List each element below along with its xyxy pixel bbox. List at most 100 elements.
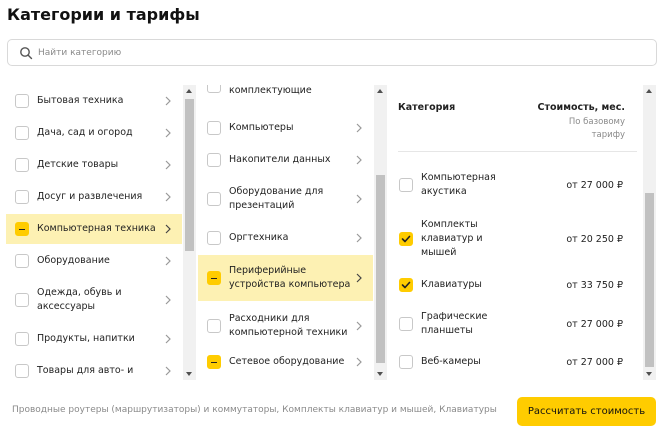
scrollbar[interactable] [643, 85, 656, 380]
row-price: от 27 000 ₽ [566, 318, 623, 330]
row-price: от 27 000 ₽ [566, 356, 623, 368]
list-item-label: Бытовая техника [37, 95, 124, 106]
scrollbar-thumb[interactable] [645, 193, 654, 367]
list-item-label: комплектующие [229, 85, 312, 96]
table-row[interactable]: Веб-камеры от 27 000 ₽ [390, 348, 643, 376]
checkbox[interactable] [207, 153, 221, 167]
checkbox[interactable] [15, 190, 29, 204]
chevron-right-icon [356, 321, 362, 331]
checkbox[interactable] [399, 178, 413, 192]
chevron-right-icon [165, 160, 171, 170]
list-item[interactable]: Расходники для компьютерной техники [198, 305, 373, 347]
checkbox-checked[interactable] [399, 232, 413, 246]
list-item[interactable]: Оборудование для презентаций [198, 179, 373, 219]
list-item-label: Продукты, напитки [37, 333, 135, 344]
checkbox[interactable] [15, 293, 29, 307]
chevron-right-icon [356, 194, 362, 204]
list-item[interactable]: Оргтехника [198, 224, 373, 252]
table-row[interactable]: Компьютерная акустика от 27 000 ₽ [390, 165, 643, 205]
list-item-label: Сетевое оборудование [229, 356, 345, 367]
search-icon [20, 47, 33, 60]
row-price: от 33 750 ₽ [566, 279, 623, 291]
checkbox[interactable] [15, 158, 29, 172]
table-row[interactable]: Комплекты клавиатур и мышей от 20 250 ₽ [390, 213, 643, 265]
search-field[interactable] [7, 39, 657, 66]
checkbox[interactable] [15, 364, 29, 378]
row-label: Веб-камеры [421, 356, 481, 367]
scroll-down-icon[interactable] [377, 372, 383, 376]
list-item-label: Оборудование для презентаций [229, 186, 324, 211]
chevron-right-icon [165, 96, 171, 106]
list-item[interactable]: Продукты, напитки [6, 325, 182, 353]
calculate-cost-button[interactable]: Рассчитать стоимость [517, 397, 656, 426]
row-label: Клавиатуры [421, 279, 482, 290]
chevron-right-icon [356, 233, 362, 243]
column-header-category: Категория [398, 102, 456, 113]
list-item[interactable]: Сетевое оборудование [198, 348, 373, 376]
list-item[interactable]: Оборудование [6, 247, 182, 275]
list-item[interactable]: комплектующие [198, 85, 373, 103]
scrollbar[interactable] [183, 85, 196, 380]
category-column-1: Бытовая техника Дача, сад и огород Детск… [6, 85, 182, 380]
table-row[interactable]: Графические планшеты от 27 000 ₽ [390, 304, 643, 344]
checkbox[interactable] [207, 319, 221, 333]
checkbox-checked[interactable] [399, 278, 413, 292]
list-item-active[interactable]: Периферийные устройства компьютера [198, 255, 373, 301]
scroll-down-icon[interactable] [186, 372, 192, 376]
list-item[interactable]: Досуг и развлечения [6, 183, 182, 211]
row-label: Компьютерная акустика [421, 172, 496, 197]
chevron-right-icon [356, 155, 362, 165]
checkbox[interactable] [207, 192, 221, 206]
checkbox[interactable] [15, 126, 29, 140]
checkbox[interactable] [15, 254, 29, 268]
scroll-up-icon[interactable] [186, 89, 192, 93]
list-item[interactable]: Товары для авто- и [6, 357, 182, 380]
scroll-up-icon[interactable] [377, 89, 383, 93]
row-price: от 20 250 ₽ [566, 233, 623, 245]
checkbox[interactable] [399, 355, 413, 369]
chevron-right-icon [356, 273, 362, 283]
list-item[interactable]: Накопители данных [198, 146, 373, 174]
scroll-down-icon[interactable] [646, 372, 652, 376]
list-item-label: Оргтехника [229, 232, 289, 243]
list-item-label: Досуг и развлечения [37, 191, 143, 202]
chevron-right-icon [356, 123, 362, 133]
row-price: от 27 000 ₽ [566, 179, 623, 191]
checkbox[interactable] [207, 231, 221, 245]
scrollbar-thumb[interactable] [376, 175, 385, 363]
list-item-label: Компьютерная техника [37, 223, 156, 234]
list-item[interactable]: Детские товары [6, 151, 182, 179]
checkbox[interactable] [399, 317, 413, 331]
checkbox[interactable] [207, 121, 221, 135]
scrollbar[interactable] [374, 85, 387, 380]
checkbox[interactable] [15, 94, 29, 108]
list-item[interactable]: Дача, сад и огород [6, 119, 182, 147]
list-item[interactable]: Одежда, обувь и аксессуары [6, 279, 182, 321]
list-item-label: Товары для авто- и [37, 365, 134, 376]
column-header-cost: Стоимость, мес. [537, 102, 625, 113]
header-divider [398, 151, 637, 152]
list-item[interactable]: Бытовая техника [6, 87, 182, 115]
chevron-right-icon [165, 224, 171, 234]
chevron-right-icon [165, 295, 171, 305]
scrollbar-thumb[interactable] [185, 99, 194, 251]
search-input[interactable] [38, 43, 638, 63]
check-icon [401, 235, 411, 243]
table-row[interactable]: Клавиатуры от 33 750 ₽ [390, 271, 643, 299]
checkbox-partial[interactable] [207, 355, 221, 369]
tariff-table: Категория Стоимость, мес. По базовому та… [390, 85, 643, 380]
checkbox[interactable] [207, 85, 221, 93]
checkbox-partial[interactable] [207, 271, 221, 285]
chevron-right-icon [165, 334, 171, 344]
selected-categories-summary: Проводные роутеры (маршрутизаторы) и ком… [12, 405, 497, 415]
row-label: Графические планшеты [421, 311, 488, 336]
list-item-label: Детские товары [37, 159, 119, 170]
checkbox[interactable] [15, 332, 29, 346]
list-item-active[interactable]: Компьютерная техника [6, 214, 182, 244]
list-item[interactable]: Компьютеры [198, 114, 373, 142]
list-item-label: Периферийные устройства компьютера [229, 265, 351, 290]
row-label: Комплекты клавиатур и мышей [421, 219, 483, 258]
scroll-up-icon[interactable] [646, 89, 652, 93]
checkbox-partial[interactable] [15, 222, 29, 236]
page-title: Категории и тарифы [7, 5, 200, 24]
